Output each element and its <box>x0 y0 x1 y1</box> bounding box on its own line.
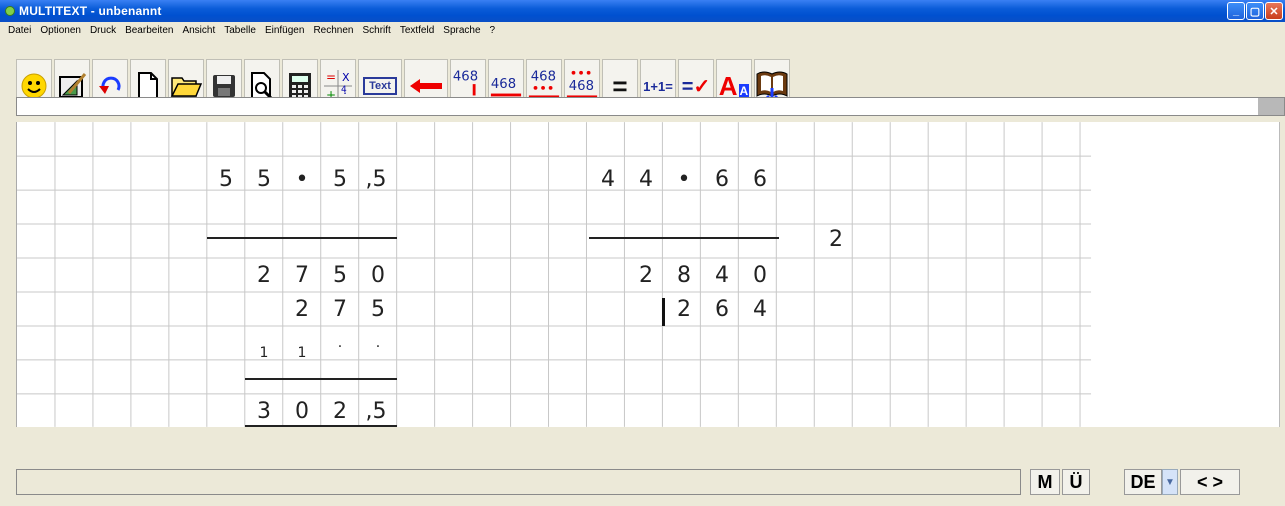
svg-text:468: 468 <box>453 69 478 84</box>
digit: 6 <box>715 166 729 192</box>
worksheet-grid[interactable]: 5 5 • 5 ,5 2 7 5 0 2 7 5 1 1 · · 3 0 2 ,… <box>16 122 1122 427</box>
result-line <box>207 237 397 239</box>
digit: 5 <box>371 296 385 322</box>
menu-einfuegen[interactable]: Einfügen <box>265 25 304 36</box>
digit: 5 <box>219 166 233 192</box>
digit: 2 <box>257 262 271 288</box>
maximize-button[interactable]: ▢ <box>1246 2 1264 20</box>
menu-ansicht[interactable]: Ansicht <box>182 25 215 36</box>
digit: 2 <box>639 262 653 288</box>
digit: 4 <box>753 296 767 322</box>
equals-check-icon: =✓ <box>681 75 711 98</box>
nav-button[interactable]: < > <box>1180 469 1240 495</box>
carry-dot: · <box>337 339 343 355</box>
right-margin <box>1122 122 1285 427</box>
text-box-icon: Text <box>363 77 397 95</box>
save-icon <box>213 75 235 97</box>
undo-icon <box>99 76 121 94</box>
language-select[interactable]: DE <box>1124 469 1162 495</box>
title-bar: MULTITEXT - unbenannt _ ▢ ✕ <box>0 0 1285 22</box>
digit: 0 <box>753 262 767 288</box>
ue-button[interactable]: Ü <box>1062 469 1090 495</box>
digit: 2 <box>677 296 691 322</box>
sum-line <box>245 378 397 380</box>
digit: ,5 <box>365 398 387 424</box>
menu-help[interactable]: ? <box>490 25 496 36</box>
svg-text:X: X <box>342 71 350 84</box>
menu-bar: Datei Optionen Druck Bearbeiten Ansicht … <box>0 22 1285 39</box>
operator: • <box>677 166 691 192</box>
svg-text:468: 468 <box>531 69 556 84</box>
digit: 7 <box>295 262 309 288</box>
menu-rechnen[interactable]: Rechnen <box>313 25 353 36</box>
digit: 2 <box>333 398 347 424</box>
window-title: MULTITEXT - unbenannt <box>19 4 162 18</box>
digit: 5 <box>333 166 347 192</box>
language-dropdown-arrow[interactable]: ▼ <box>1162 469 1178 495</box>
one-plus-one-icon: 1+1= <box>643 78 673 94</box>
arrow-left-icon <box>410 79 442 93</box>
svg-text:468: 468 <box>491 77 516 92</box>
menu-optionen[interactable]: Optionen <box>40 25 81 36</box>
menu-druck[interactable]: Druck <box>90 25 116 36</box>
digit: 6 <box>753 166 767 192</box>
svg-text:468: 468 <box>569 79 594 94</box>
digit: ,5 <box>365 166 387 192</box>
carry-digit: 1 <box>259 345 269 361</box>
smiley-icon <box>21 73 47 99</box>
result-line <box>589 237 779 239</box>
svg-text:=: = <box>326 70 336 84</box>
operator: • <box>295 166 309 192</box>
status-bar: M Ü DE ▼ < > <box>0 427 1285 506</box>
close-button[interactable]: ✕ <box>1265 2 1283 20</box>
vertical-scrollbar[interactable] <box>1279 122 1285 427</box>
digit: 5 <box>333 262 347 288</box>
m-button[interactable]: M <box>1030 469 1060 495</box>
menu-tabelle[interactable]: Tabelle <box>224 25 256 36</box>
app-icon <box>5 6 15 16</box>
menu-textfeld[interactable]: Textfeld <box>400 25 434 36</box>
text-input-strip[interactable] <box>16 97 1285 116</box>
digit: 4 <box>639 166 653 192</box>
carry-digit: 1 <box>297 345 307 361</box>
digit: 4 <box>601 166 615 192</box>
digit: 6 <box>715 296 729 322</box>
open-folder-icon <box>170 77 202 97</box>
digit: 8 <box>677 262 691 288</box>
menu-schrift[interactable]: Schrift <box>362 25 390 36</box>
digit: 0 <box>295 398 309 424</box>
carry-dot: · <box>375 339 381 355</box>
digit: 5 <box>257 166 271 192</box>
strip-end-block <box>1258 98 1284 115</box>
grid-lines <box>17 122 1092 427</box>
status-field <box>16 469 1021 495</box>
digit: 3 <box>257 398 271 424</box>
side-digit: 2 <box>829 226 843 252</box>
menu-sprache[interactable]: Sprache <box>443 25 480 36</box>
svg-text:4: 4 <box>341 85 347 95</box>
menu-bearbeiten[interactable]: Bearbeiten <box>125 25 173 36</box>
digit: 7 <box>333 296 347 322</box>
digit: 4 <box>715 262 729 288</box>
menu-datei[interactable]: Datei <box>8 25 31 36</box>
minimize-button[interactable]: _ <box>1227 2 1245 20</box>
digit: 0 <box>371 262 385 288</box>
digit: 2 <box>295 296 309 322</box>
